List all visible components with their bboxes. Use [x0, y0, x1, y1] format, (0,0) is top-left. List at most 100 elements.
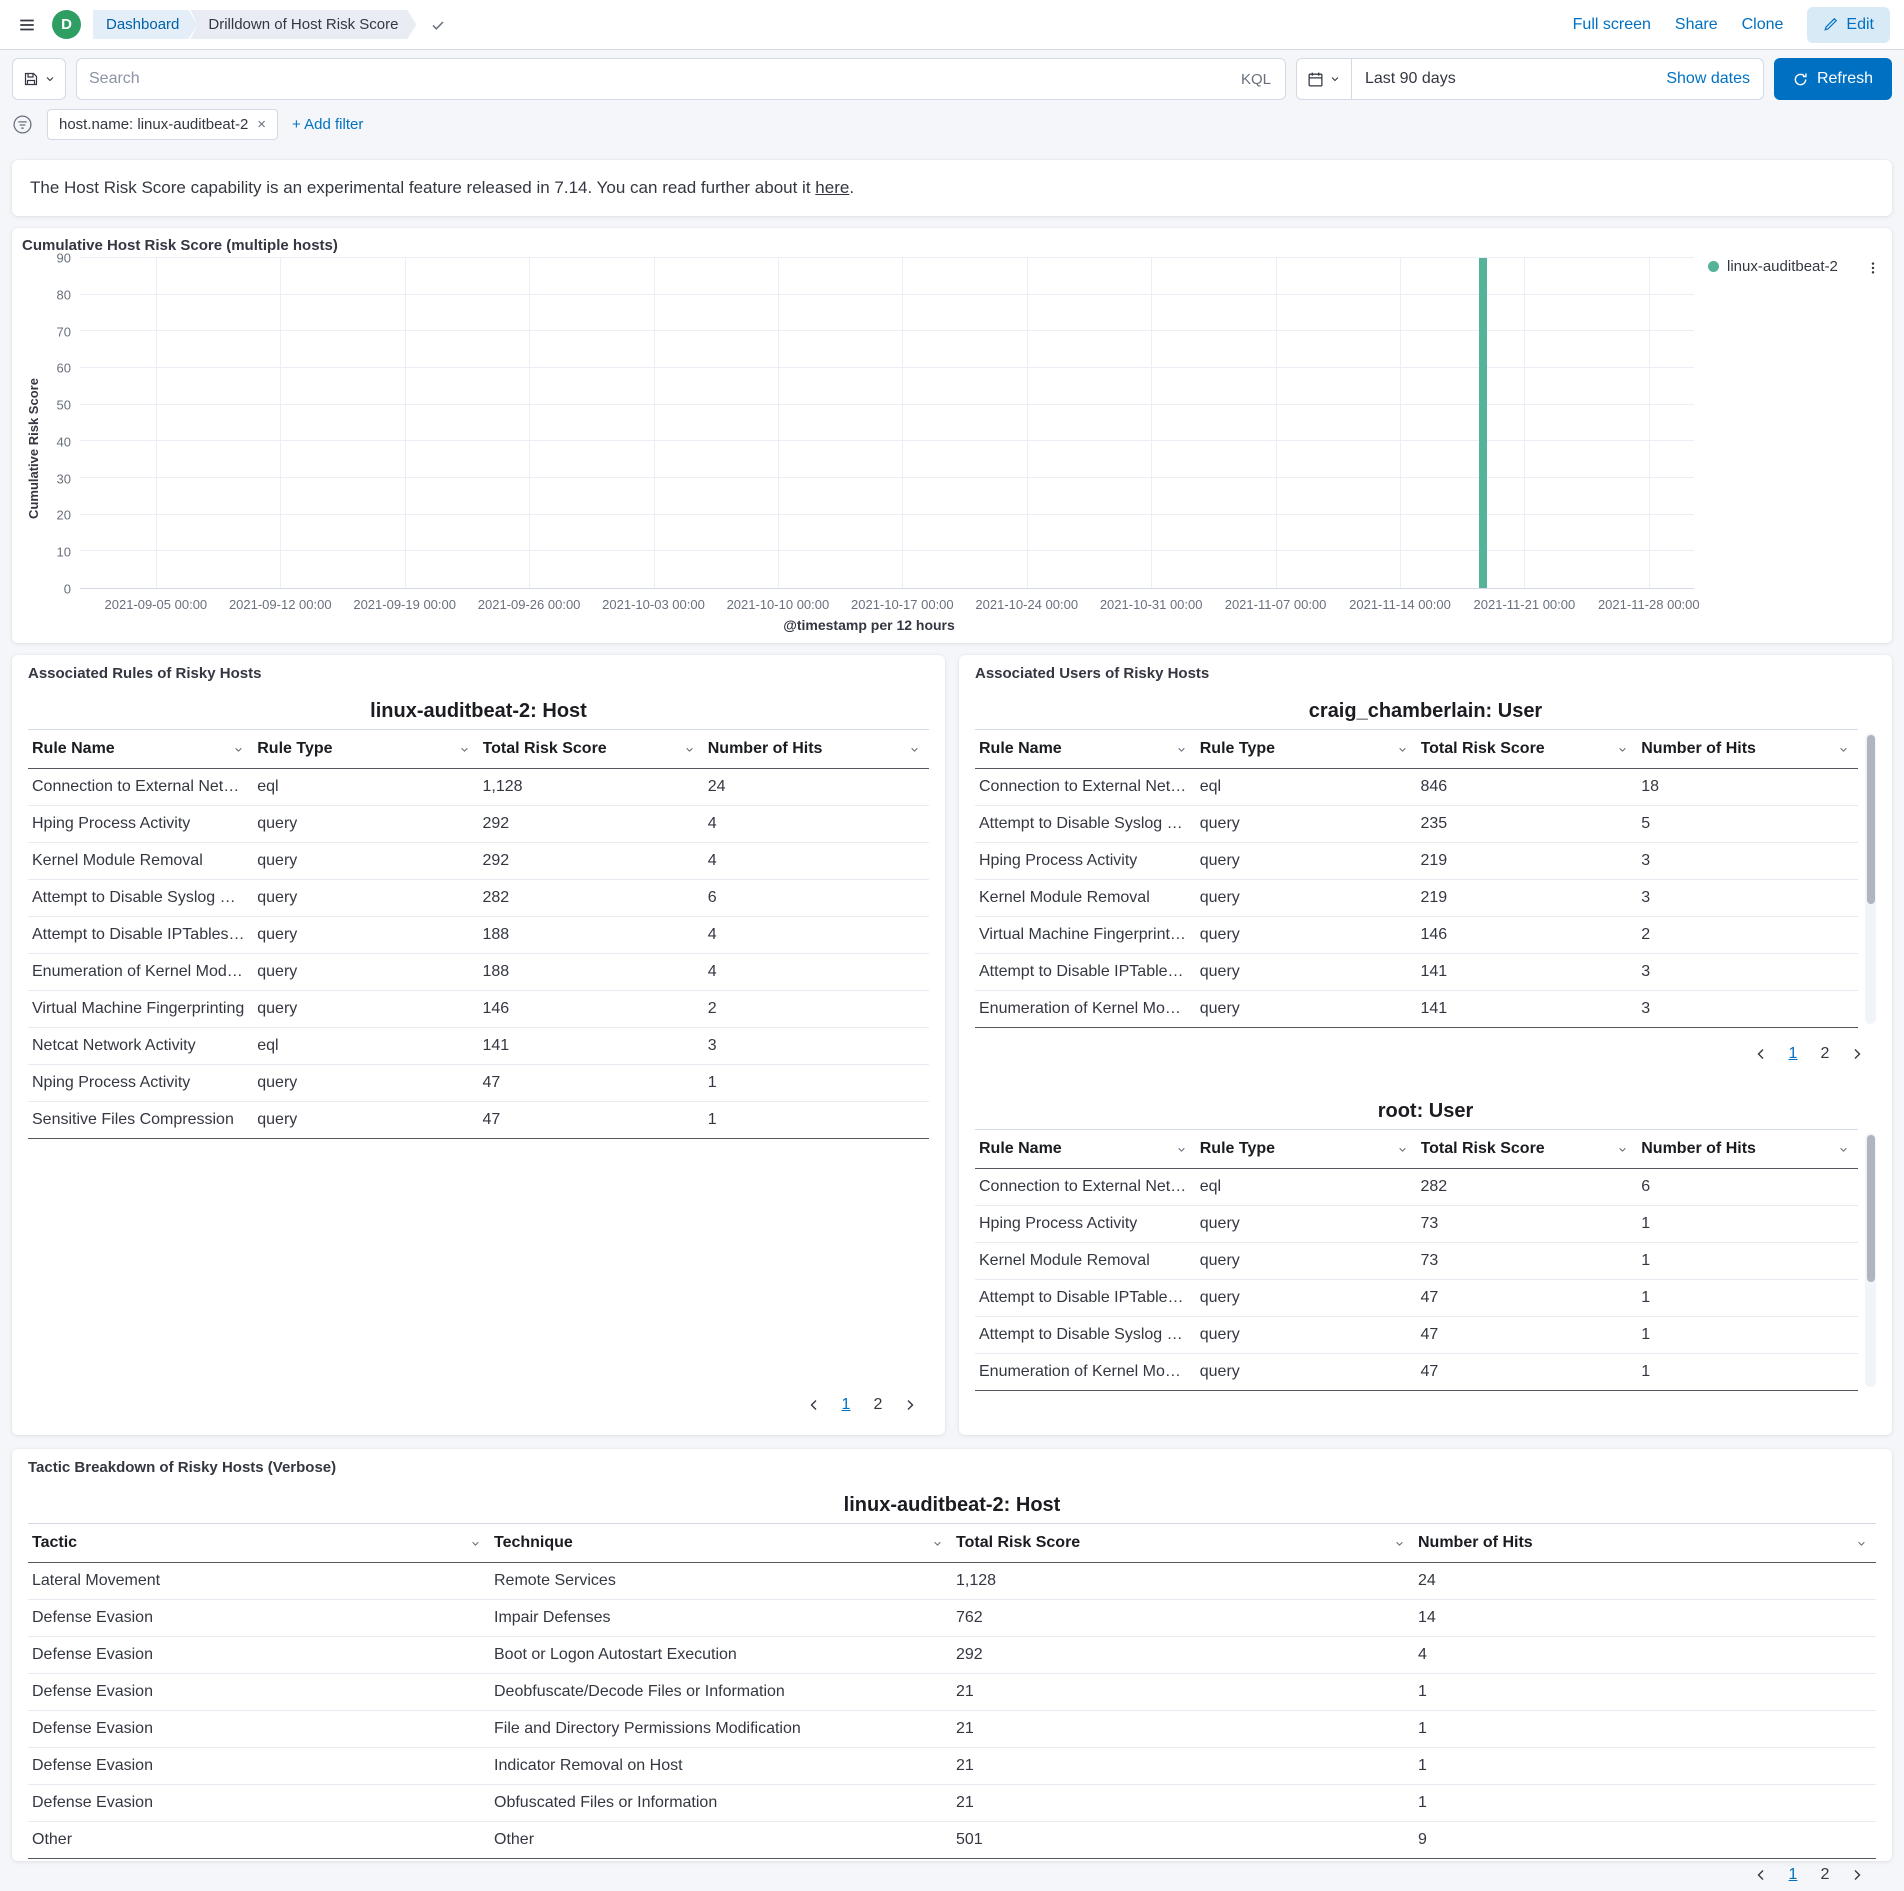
scrollbar[interactable]: [1865, 733, 1876, 1024]
column-header-total-risk-score[interactable]: Total Risk Score: [952, 1524, 1414, 1563]
column-header-label: Number of Hits: [1641, 1140, 1756, 1158]
y-tick-label: 10: [57, 545, 71, 560]
sort-chevron-icon[interactable]: [1396, 1143, 1409, 1156]
table-row: Virtual Machine Fingerprintingquery1462: [975, 917, 1858, 954]
column-header-number-of-hits[interactable]: Number of Hits: [1637, 1130, 1858, 1169]
filter-pill[interactable]: host.name: linux-auditbeat-2 ×: [47, 109, 278, 140]
table-cell: 1: [1637, 1354, 1858, 1391]
panel-menu-icon[interactable]: [1864, 258, 1882, 278]
pagination-page-2[interactable]: 2: [863, 1389, 893, 1421]
scrollbar-thumb[interactable]: [1867, 1135, 1875, 1282]
pagination-prev-button[interactable]: [1746, 1038, 1776, 1070]
sort-chevron-icon[interactable]: [1393, 1537, 1406, 1550]
column-header-rule-type[interactable]: Rule Type: [1196, 730, 1417, 769]
add-filter-button[interactable]: + Add filter: [292, 116, 363, 133]
tactics-table-container: TacticTechniqueTotal Risk ScoreNumber of…: [28, 1523, 1876, 1859]
column-header-technique[interactable]: Technique: [490, 1524, 952, 1563]
refresh-icon: [1793, 72, 1808, 87]
sort-chevron-icon[interactable]: [469, 1537, 482, 1550]
table-cell: Enumeration of Kernel Modules: [975, 1354, 1196, 1391]
column-header-number-of-hits[interactable]: Number of Hits: [704, 730, 929, 769]
sort-chevron-icon[interactable]: [1396, 743, 1409, 756]
check-icon[interactable]: [430, 17, 446, 33]
pagination-page-2[interactable]: 2: [1810, 1859, 1840, 1891]
legend-color-dot: [1708, 261, 1719, 272]
pagination-page-2[interactable]: 2: [1810, 1038, 1840, 1070]
sort-chevron-icon[interactable]: [1616, 1143, 1629, 1156]
column-header-number-of-hits[interactable]: Number of Hits: [1414, 1524, 1876, 1563]
x-tick-label: 2021-09-05 00:00: [105, 597, 208, 612]
filter-options-icon[interactable]: [12, 114, 33, 135]
breadcrumb-dashboard[interactable]: Dashboard: [93, 10, 197, 39]
v-gridline: [156, 258, 157, 588]
sort-chevron-icon[interactable]: [458, 743, 471, 756]
table-cell: query: [1196, 1206, 1417, 1243]
full-screen-button[interactable]: Full screen: [1573, 16, 1651, 34]
column-header-rule-type[interactable]: Rule Type: [253, 730, 478, 769]
x-tick-label: 2021-11-14 00:00: [1349, 597, 1451, 612]
pagination-prev-button[interactable]: [1746, 1859, 1776, 1891]
table-cell: 1: [1637, 1243, 1858, 1280]
clone-button[interactable]: Clone: [1742, 16, 1784, 34]
column-header-label: Rule Name: [32, 740, 115, 758]
column-header-rule-name[interactable]: Rule Name: [28, 730, 253, 769]
legend-item[interactable]: linux-auditbeat-2: [1708, 258, 1838, 275]
column-header-total-risk-score[interactable]: Total Risk Score: [479, 730, 704, 769]
column-header-rule-type[interactable]: Rule Type: [1196, 1130, 1417, 1169]
table-cell: Indicator Removal on Host: [490, 1748, 952, 1785]
sort-chevron-icon[interactable]: [1837, 1143, 1850, 1156]
share-button[interactable]: Share: [1675, 16, 1718, 34]
refresh-button[interactable]: Refresh: [1774, 58, 1892, 100]
table-cell: query: [1196, 1354, 1417, 1391]
saved-query-menu-button[interactable]: [12, 58, 66, 100]
search-input[interactable]: [89, 70, 1225, 88]
column-header-number-of-hits[interactable]: Number of Hits: [1637, 730, 1858, 769]
sort-chevron-icon[interactable]: [1855, 1537, 1868, 1550]
table-cell: Attempt to Disable Syslog Se...: [975, 806, 1196, 843]
table-cell: 6: [704, 880, 929, 917]
here-link[interactable]: here: [815, 178, 849, 197]
sort-chevron-icon[interactable]: [1175, 743, 1188, 756]
remove-filter-icon[interactable]: ×: [257, 117, 266, 132]
table-cell: Defense Evasion: [28, 1600, 490, 1637]
column-header-total-risk-score[interactable]: Total Risk Score: [1417, 1130, 1638, 1169]
column-header-total-risk-score[interactable]: Total Risk Score: [1417, 730, 1638, 769]
pagination-next-button[interactable]: [1842, 1038, 1872, 1070]
column-header-tactic[interactable]: Tactic: [28, 1524, 490, 1563]
show-dates-button[interactable]: Show dates: [1666, 70, 1750, 88]
query-language-button[interactable]: KQL: [1233, 65, 1279, 94]
h-gridline: [80, 330, 1694, 331]
table-row: OtherOther5019: [28, 1822, 1876, 1859]
sort-chevron-icon[interactable]: [1837, 743, 1850, 756]
table-cell: Other: [28, 1822, 490, 1859]
sort-chevron-icon[interactable]: [1175, 1143, 1188, 1156]
table-cell: 1: [1637, 1317, 1858, 1354]
sort-chevron-icon[interactable]: [1616, 743, 1629, 756]
pagination-next-button[interactable]: [1842, 1859, 1872, 1891]
pagination-page-1[interactable]: 1: [831, 1389, 861, 1421]
date-picker-menu-button[interactable]: [1297, 59, 1352, 99]
column-header-rule-name[interactable]: Rule Name: [975, 730, 1196, 769]
sort-chevron-icon[interactable]: [908, 743, 921, 756]
pagination-prev-button[interactable]: [799, 1389, 829, 1421]
sort-chevron-icon[interactable]: [931, 1537, 944, 1550]
space-avatar[interactable]: D: [52, 10, 81, 39]
menu-button[interactable]: [14, 12, 40, 38]
table-row: Defense EvasionBoot or Logon Autostart E…: [28, 1637, 1876, 1674]
sort-chevron-icon[interactable]: [232, 743, 245, 756]
time-range-display[interactable]: Last 90 days Show dates: [1352, 70, 1763, 88]
table-cell: 1: [1414, 1748, 1876, 1785]
scrollbar[interactable]: [1865, 1133, 1876, 1387]
sort-chevron-icon[interactable]: [683, 743, 696, 756]
column-header-rule-name[interactable]: Rule Name: [975, 1130, 1196, 1169]
pagination-page-1[interactable]: 1: [1778, 1859, 1808, 1891]
risk-score-bar[interactable]: [1479, 258, 1487, 588]
column-header-label: Total Risk Score: [1421, 740, 1545, 758]
search-box: KQL: [76, 58, 1286, 100]
column-header-label: Number of Hits: [1418, 1534, 1533, 1552]
scrollbar-thumb[interactable]: [1867, 735, 1875, 904]
pagination-page-1[interactable]: 1: [1778, 1038, 1808, 1070]
edit-button[interactable]: Edit: [1807, 7, 1890, 43]
pagination-next-button[interactable]: [895, 1389, 925, 1421]
table-cell: 282: [479, 880, 704, 917]
